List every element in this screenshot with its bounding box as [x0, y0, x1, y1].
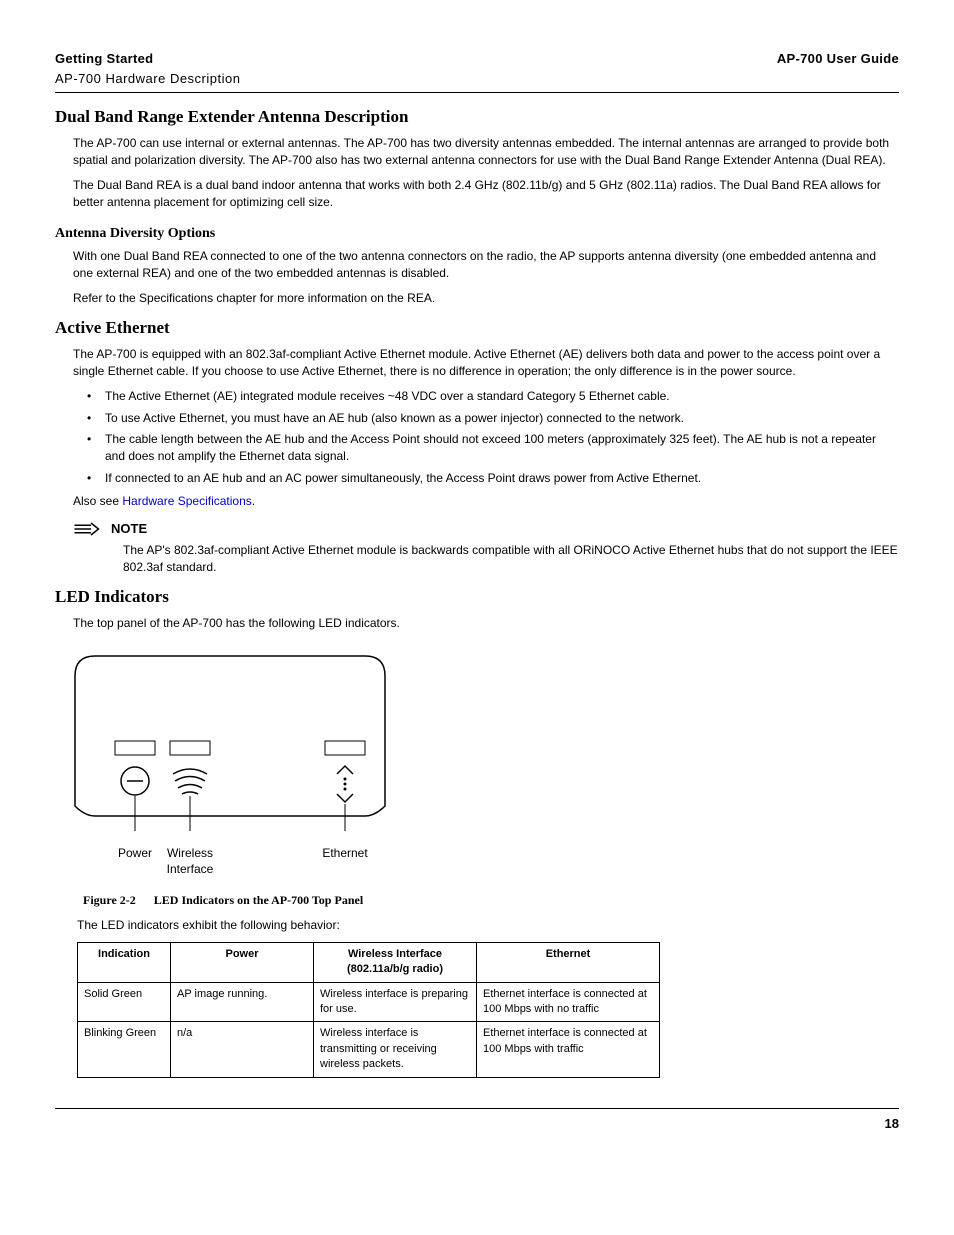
- paragraph: With one Dual Band REA connected to one …: [73, 248, 899, 282]
- paragraph: The AP-700 is equipped with an 802.3af-c…: [73, 346, 899, 380]
- hardware-specifications-link[interactable]: Hardware Specifications: [122, 494, 251, 508]
- list-item: To use Active Ethernet, you must have an…: [87, 410, 899, 427]
- table-cell: Wireless interface is transmitting or re…: [314, 1022, 477, 1077]
- note-block: NOTE The AP's 802.3af-compliant Active E…: [73, 520, 899, 576]
- section-antenna-diversity-title: Antenna Diversity Options: [55, 224, 899, 244]
- section-active-ethernet-title: Active Ethernet: [55, 316, 899, 340]
- footer-rule: [55, 1108, 899, 1109]
- note-body: The AP's 802.3af-compliant Active Ethern…: [123, 542, 899, 576]
- table-cell: Ethernet interface is connected at 100 M…: [477, 982, 660, 1022]
- table-cell: Ethernet interface is connected at 100 M…: [477, 1022, 660, 1077]
- header-right: AP-700 User Guide: [777, 50, 899, 68]
- table-header: Wireless Interface (802.11a/b/g radio): [314, 942, 477, 982]
- paragraph: The AP-700 can use internal or external …: [73, 135, 899, 169]
- header-sub: AP-700 Hardware Description: [55, 70, 899, 88]
- figure-caption: Figure 2-2 LED Indicators on the AP-700 T…: [83, 892, 899, 909]
- note-arrow-icon: [73, 522, 103, 536]
- table-header: Power: [171, 942, 314, 982]
- section-dual-band-title: Dual Band Range Extender Antenna Descrip…: [55, 105, 899, 129]
- note-label: NOTE: [111, 520, 147, 538]
- header-left: Getting Started: [55, 50, 153, 68]
- section-led-title: LED Indicators: [55, 585, 899, 609]
- led-behavior-table: Indication Power Wireless Interface (802…: [77, 942, 660, 1078]
- bullet-list: The Active Ethernet (AE) integrated modu…: [87, 388, 899, 487]
- table-cell: Wireless interface is preparing for use.: [314, 982, 477, 1022]
- paragraph: The Dual Band REA is a dual band indoor …: [73, 177, 899, 211]
- led-panel-diagram: [65, 646, 395, 836]
- table-cell: Solid Green: [78, 982, 171, 1022]
- figure-led: Power Wireless Interface Ethernet: [65, 646, 899, 878]
- header-rule: [55, 92, 899, 93]
- paragraph: Also see Hardware Specifications.: [73, 493, 899, 510]
- also-see-pre: Also see: [73, 494, 122, 508]
- figure-title: LED Indicators on the AP-700 Top Panel: [154, 893, 363, 907]
- list-item: The cable length between the AE hub and …: [87, 431, 899, 465]
- paragraph: The top panel of the AP-700 has the foll…: [73, 615, 899, 632]
- table-header: Ethernet: [477, 942, 660, 982]
- table-cell: n/a: [171, 1022, 314, 1077]
- table-cell: AP image running.: [171, 982, 314, 1022]
- list-item: If connected to an AE hub and an AC powe…: [87, 470, 899, 487]
- page-number: 18: [55, 1115, 899, 1133]
- fig-label-wireless: Wireless Interface: [155, 845, 225, 879]
- paragraph: Refer to the Specifications chapter for …: [73, 290, 899, 307]
- figure-number: Figure 2-2: [83, 893, 136, 907]
- list-item: The Active Ethernet (AE) integrated modu…: [87, 388, 899, 405]
- table-header: Indication: [78, 942, 171, 982]
- fig-label-ethernet: Ethernet: [310, 845, 380, 879]
- also-see-post: .: [252, 494, 255, 508]
- paragraph: The LED indicators exhibit the following…: [77, 917, 899, 934]
- table-cell: Blinking Green: [78, 1022, 171, 1077]
- table-row: Blinking Green n/a Wireless interface is…: [78, 1022, 660, 1077]
- table-row: Solid Green AP image running. Wireless i…: [78, 982, 660, 1022]
